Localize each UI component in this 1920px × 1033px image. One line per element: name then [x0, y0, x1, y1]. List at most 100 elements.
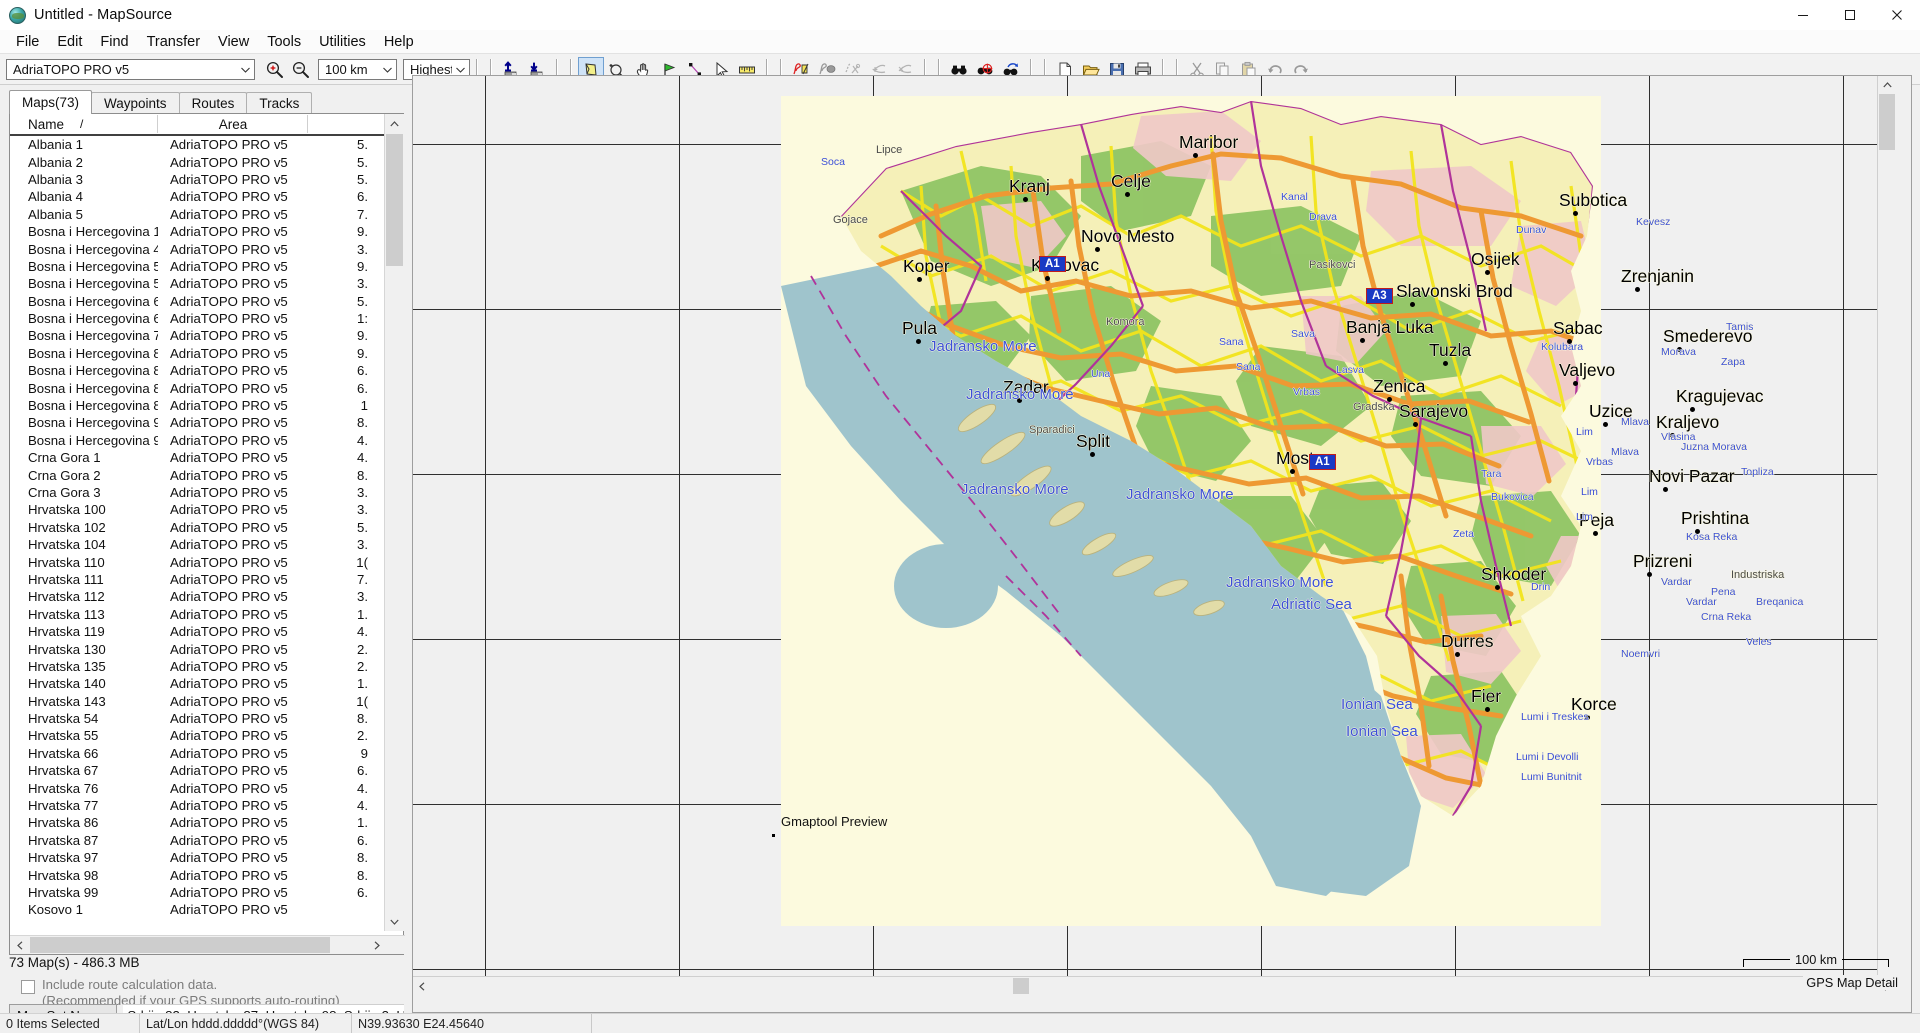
map-view[interactable]: Maribor Kranj Celje Subotica Novo Mesto Osije… [412, 75, 1912, 1013]
table-row[interactable]: Crna Gora 3 AdriaTOPO PRO v5 3. [10, 484, 403, 501]
cell-size: 5. [357, 137, 368, 153]
table-row[interactable]: Hrvatska 113 AdriaTOPO PRO v5 1. [10, 606, 403, 623]
cell-size: 7. [357, 571, 368, 587]
table-row[interactable]: Hrvatska 99 AdriaTOPO PRO v5 6. [10, 884, 403, 901]
table-row[interactable]: Bosna i Hercegovina 88 AdriaTOPO PRO v5 6. [10, 379, 403, 396]
maps-list-vertical-scrollbar[interactable] [384, 114, 404, 931]
maps-list-rows[interactable]: Albania 1 AdriaTOPO PRO v5 5. Albania 2 Adri… [10, 136, 403, 931]
table-row[interactable]: Albania 4 AdriaTOPO PRO v5 6. [10, 188, 403, 205]
scrollbar-thumb[interactable] [386, 134, 403, 266]
map-city-dot [1690, 407, 1695, 412]
map-city-dot [1573, 211, 1578, 216]
table-row[interactable]: Bosna i Hercegovina 80 AdriaTOPO PRO v5 9. [10, 345, 403, 362]
menu-edit[interactable]: Edit [48, 32, 91, 52]
cell-size: 1. [357, 815, 368, 831]
table-row[interactable]: Hrvatska 67 AdriaTOPO PRO v5 6. [10, 762, 403, 779]
table-row[interactable]: Bosna i Hercegovina 79 AdriaTOPO PRO v5 9. [10, 327, 403, 344]
map-river-label: Vardar [1661, 576, 1692, 588]
table-row[interactable]: Hrvatska 100 AdriaTOPO PRO v5 3. [10, 501, 403, 518]
table-row[interactable]: Hrvatska 111 AdriaTOPO PRO v5 7. [10, 571, 403, 588]
menu-find[interactable]: Find [91, 32, 137, 52]
tab-waypoints[interactable]: Waypoints [91, 92, 180, 114]
table-row[interactable]: Crna Gora 2 AdriaTOPO PRO v5 8. [10, 466, 403, 483]
cell-size: 4. [357, 450, 368, 466]
table-row[interactable]: Hrvatska 76 AdriaTOPO PRO v5 4. [10, 779, 403, 796]
map-canvas[interactable]: Maribor Kranj Celje Subotica Novo Mesto Osije… [413, 76, 1895, 994]
table-row[interactable]: Bosna i Hercegovina 90 AdriaTOPO PRO v5 8. [10, 414, 403, 431]
table-row[interactable]: Bosna i Hercegovina 93 AdriaTOPO PRO v5 4. [10, 432, 403, 449]
window-title: Untitled - MapSource [34, 7, 173, 23]
table-row[interactable]: Hrvatska 77 AdriaTOPO PRO v5 4. [10, 797, 403, 814]
menu-utilities[interactable]: Utilities [310, 32, 375, 52]
zoom-in-icon[interactable] [261, 57, 287, 83]
map-scroll-left-icon[interactable] [413, 977, 430, 994]
scroll-down-icon[interactable] [385, 912, 404, 931]
table-row[interactable]: Bosna i Hercegovina 68 AdriaTOPO PRO v5 5. [10, 293, 403, 310]
map-horizontal-scrollbar[interactable] [413, 976, 1895, 994]
scroll-up-icon[interactable] [385, 114, 404, 133]
maximize-icon[interactable] [1826, 0, 1873, 30]
menu-transfer[interactable]: Transfer [138, 32, 209, 52]
zoom-out-icon[interactable] [287, 57, 313, 83]
cell-size: 6. [357, 884, 368, 900]
column-header-area[interactable]: Area [158, 113, 308, 135]
column-header-size[interactable] [308, 113, 368, 135]
table-row[interactable]: Hrvatska 66 AdriaTOPO PRO v5 9 [10, 745, 403, 762]
rendered-map-image[interactable]: Maribor Kranj Celje Subotica Novo Mesto Osije… [772, 96, 1803, 926]
table-row[interactable]: Hrvatska 140 AdriaTOPO PRO v5 1. [10, 675, 403, 692]
scroll-right-icon[interactable] [367, 936, 386, 954]
table-row[interactable]: Hrvatska 130 AdriaTOPO PRO v5 2. [10, 640, 403, 657]
include-route-data-checkbox[interactable] [21, 980, 35, 994]
table-row[interactable]: Hrvatska 86 AdriaTOPO PRO v5 1. [10, 814, 403, 831]
cell-name: Bosna i Hercegovina 90 [28, 415, 158, 431]
table-row[interactable]: Hrvatska 55 AdriaTOPO PRO v5 2. [10, 727, 403, 744]
zoom-level-select[interactable]: 100 km [318, 59, 397, 80]
table-row[interactable]: Hrvatska 98 AdriaTOPO PRO v5 8. [10, 866, 403, 883]
cell-size: 3. [357, 589, 368, 605]
table-row[interactable]: Bosna i Hercegovina 89 AdriaTOPO PRO v5 1 [10, 397, 403, 414]
tab-routes[interactable]: Routes [178, 92, 248, 114]
table-row[interactable]: Hrvatska 104 AdriaTOPO PRO v5 3. [10, 536, 403, 553]
table-row[interactable]: Albania 1 AdriaTOPO PRO v5 5. [10, 136, 403, 153]
map-scrollbar-thumb[interactable] [1013, 978, 1029, 994]
table-row[interactable]: Albania 5 AdriaTOPO PRO v5 7. [10, 206, 403, 223]
table-row[interactable]: Hrvatska 97 AdriaTOPO PRO v5 8. [10, 849, 403, 866]
scrollbar-thumb[interactable] [30, 937, 330, 953]
menu-view[interactable]: View [209, 32, 258, 52]
table-row[interactable]: Hrvatska 135 AdriaTOPO PRO v5 2. [10, 658, 403, 675]
map-scroll-up-icon[interactable] [1878, 76, 1895, 93]
table-row[interactable]: Bosna i Hercegovina 44 AdriaTOPO PRO v5 3. [10, 240, 403, 257]
menu-tools[interactable]: Tools [258, 32, 310, 52]
column-header-name[interactable]: Name / [10, 113, 158, 135]
table-row[interactable]: Hrvatska 112 AdriaTOPO PRO v5 3. [10, 588, 403, 605]
table-row[interactable]: Albania 3 AdriaTOPO PRO v5 5. [10, 171, 403, 188]
tab-tracks[interactable]: Tracks [246, 92, 313, 114]
minimize-icon[interactable] [1779, 0, 1826, 30]
close-icon[interactable] [1873, 0, 1920, 30]
table-row[interactable]: Albania 2 AdriaTOPO PRO v5 5. [10, 153, 403, 170]
cell-size: 9. [357, 224, 368, 240]
product-select[interactable]: AdriaTOPO PRO v5 [6, 59, 255, 80]
tab-maps[interactable]: Maps(73) [9, 90, 93, 114]
scroll-left-icon[interactable] [10, 936, 29, 954]
table-row[interactable]: Bosna i Hercegovina 81 AdriaTOPO PRO v5 6. [10, 362, 403, 379]
table-row[interactable]: Hrvatska 143 AdriaTOPO PRO v5 1( [10, 693, 403, 710]
menu-file[interactable]: File [7, 32, 48, 52]
map-vertical-scrollbar[interactable] [1877, 76, 1895, 994]
map-river-label: Kevesz [1636, 216, 1671, 228]
table-row[interactable]: Kosovo 1 AdriaTOPO PRO v5 [10, 901, 403, 918]
map-scrollbar-thumb[interactable] [1879, 94, 1895, 150]
menu-help[interactable]: Help [375, 32, 423, 52]
table-row[interactable]: Hrvatska 110 AdriaTOPO PRO v5 1( [10, 553, 403, 570]
table-row[interactable]: Bosna i Hercegovina 56 AdriaTOPO PRO v5 9. [10, 258, 403, 275]
table-row[interactable]: Hrvatska 87 AdriaTOPO PRO v5 6. [10, 832, 403, 849]
table-row[interactable]: Crna Gora 1 AdriaTOPO PRO v5 4. [10, 449, 403, 466]
maps-list-horizontal-scrollbar[interactable] [10, 935, 405, 954]
table-row[interactable]: Bosna i Hercegovina 69 AdriaTOPO PRO v5 1: [10, 310, 403, 327]
table-row[interactable]: Bosna i Hercegovina 58 AdriaTOPO PRO v5 3. [10, 275, 403, 292]
table-row[interactable]: Hrvatska 102 AdriaTOPO PRO v5 5. [10, 519, 403, 536]
map-river-label: Tamis [1726, 321, 1754, 333]
table-row[interactable]: Bosna i Hercegovina 133 AdriaTOPO PRO v5 9… [10, 223, 403, 240]
table-row[interactable]: Hrvatska 54 AdriaTOPO PRO v5 8. [10, 710, 403, 727]
table-row[interactable]: Hrvatska 119 AdriaTOPO PRO v5 4. [10, 623, 403, 640]
